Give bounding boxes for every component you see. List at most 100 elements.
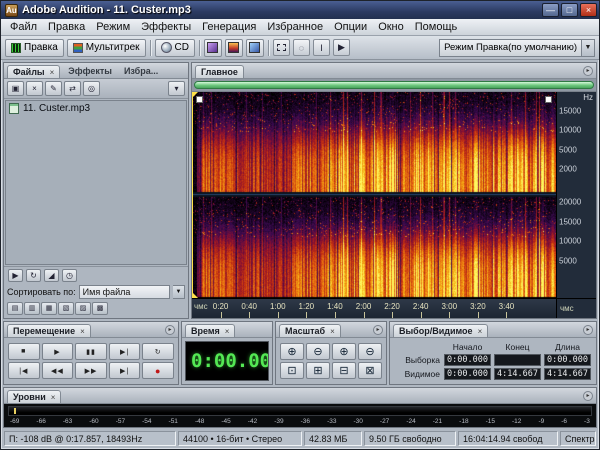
loop-preview-button[interactable]: ↻ (26, 269, 41, 282)
sort-dropdown[interactable]: Имя файла (79, 285, 170, 299)
menu-view[interactable]: Режим (91, 20, 135, 34)
edit-view-button[interactable]: Правка (5, 39, 64, 57)
show-video-button[interactable]: ▦ (41, 302, 57, 315)
spectral-display-icon (228, 42, 239, 53)
play-from-cursor-button[interactable]: ▶| (109, 343, 141, 360)
scrub-tool-button[interactable]: ▶ (333, 39, 350, 56)
zoom-in-button[interactable]: ⊕ (280, 343, 304, 360)
play-button[interactable]: ▶ (42, 343, 74, 360)
timeline-ruler[interactable]: чмс 0:200:401:001:201:402:002:202:403:00… (192, 299, 556, 318)
close-icon[interactable]: × (478, 327, 483, 336)
menu-favorites[interactable]: Избранное (262, 20, 328, 34)
menu-window[interactable]: Окно (373, 20, 409, 34)
marquee-tool-button[interactable] (273, 39, 290, 56)
menu-help[interactable]: Помощь (410, 20, 463, 34)
close-icon[interactable]: × (51, 393, 56, 402)
zoom-selection-left-button[interactable]: ⊞ (306, 362, 330, 379)
view-end-field[interactable]: 4:14.667 (494, 368, 541, 380)
stop-button[interactable]: ■ (8, 343, 40, 360)
zoom-full-button[interactable]: ⊠ (358, 362, 382, 379)
go-to-beginning-button[interactable]: |◀ (8, 362, 40, 379)
selection-handle-right[interactable] (545, 96, 552, 103)
audio-file-icon (9, 103, 19, 114)
show-loops-button[interactable]: ▥ (24, 302, 40, 315)
file-list-item[interactable]: 11. Custer.mp3 (6, 101, 186, 116)
close-file-button[interactable]: × (26, 81, 43, 96)
go-to-end-button[interactable]: ▶| (109, 362, 141, 379)
panel-menu-icon[interactable]: ▸ (583, 66, 593, 76)
menu-file[interactable]: Файл (5, 20, 42, 34)
file-name: 11. Custer.mp3 (23, 103, 90, 114)
spectral-display-button[interactable] (225, 39, 243, 57)
zoom-out-vertical-button[interactable]: ⊖ (358, 343, 382, 360)
multitrack-view-button[interactable]: Мультитрек (67, 39, 146, 57)
tab-transport[interactable]: Перемещение × (7, 324, 91, 337)
play-looped-button[interactable]: ↻ (142, 343, 174, 360)
tab-effects[interactable]: Эффекты (64, 66, 116, 78)
tab-selection[interactable]: Выбор/Видимое × (393, 324, 488, 337)
record-button[interactable]: ● (142, 362, 174, 379)
maximize-button[interactable]: □ (561, 3, 578, 17)
horizontal-scrollbar[interactable] (194, 81, 594, 89)
tab-levels[interactable]: Уровни × (7, 390, 61, 403)
close-icon[interactable]: × (330, 327, 335, 336)
panel-menu-icon[interactable]: ▸ (165, 325, 175, 335)
pause-button[interactable]: ▮▮ (75, 343, 107, 360)
panel-menu-icon[interactable]: ▸ (583, 325, 593, 335)
view-length-field[interactable]: 4:14.667 (544, 368, 591, 380)
waveform-display-button[interactable] (204, 39, 222, 57)
timeline-tick-label: 0:40 (241, 302, 257, 311)
selection-handle-left[interactable] (196, 96, 203, 103)
insert-into-cd-button[interactable]: ◎ (83, 81, 100, 96)
close-icon[interactable]: × (225, 327, 230, 336)
view-start-field[interactable]: 0:00.000 (444, 368, 491, 380)
close-icon[interactable]: × (80, 327, 85, 336)
zoom-in-vertical-button[interactable]: ⊕ (332, 343, 356, 360)
close-button[interactable]: × (580, 3, 597, 17)
show-full-paths-button[interactable]: ▩ (92, 302, 108, 315)
tab-files[interactable]: Файлы× (7, 65, 60, 78)
spectrogram-canvas[interactable] (192, 92, 556, 298)
zoom-selection-right-button[interactable]: ⊟ (332, 362, 356, 379)
tab-favorites[interactable]: Избра... (120, 66, 162, 78)
time-selection-tool-button[interactable]: I (313, 39, 330, 56)
lasso-tool-button[interactable]: ◌ (293, 39, 310, 56)
fast-forward-button[interactable]: ▶▶ (75, 362, 107, 379)
level-meter[interactable] (8, 406, 592, 416)
zoom-to-selection-button[interactable]: ⊡ (280, 362, 304, 379)
preview-volume-button[interactable]: ◢ (44, 269, 59, 282)
import-file-button[interactable]: ▣ (7, 81, 24, 96)
selection-length-field[interactable]: 0:00.000 (544, 354, 591, 366)
show-midi-button[interactable]: ▧ (58, 302, 74, 315)
edit-file-button[interactable]: ✎ (45, 81, 62, 96)
preview-duration-button[interactable]: ◷ (62, 269, 77, 282)
panel-menu-icon[interactable]: ▸ (583, 391, 593, 401)
freq-label: 5000 (559, 256, 577, 265)
show-audio-button[interactable]: ▤ (7, 302, 23, 315)
show-markers-button[interactable]: ▨ (75, 302, 91, 315)
chevron-down-icon[interactable]: ▼ (173, 285, 185, 299)
menu-options[interactable]: Опции (329, 20, 372, 34)
workspace-dropdown[interactable]: Режим Правка(по умолчанию) ▼ (439, 39, 595, 57)
frequency-ruler[interactable]: Hz 1500010000500020002000015000100005000 (556, 92, 596, 298)
files-panel-options-button[interactable]: ▾ (168, 81, 185, 96)
playhead-marker[interactable] (192, 92, 193, 298)
rewind-button[interactable]: ◀◀ (42, 362, 74, 379)
minimize-button[interactable]: — (542, 3, 559, 17)
play-preview-button[interactable]: ▶ (8, 269, 23, 282)
tab-time[interactable]: Время × (185, 324, 235, 337)
tab-zoom[interactable]: Масштаб × (279, 324, 341, 337)
selection-end-field[interactable] (494, 354, 541, 366)
menu-effects[interactable]: Эффекты (136, 20, 196, 34)
phase-display-button[interactable] (246, 39, 264, 57)
insert-into-multitrack-button[interactable]: ⇄ (64, 81, 81, 96)
cd-view-button[interactable]: CD (155, 39, 195, 57)
menu-edit[interactable]: Правка (43, 20, 90, 34)
menu-generate[interactable]: Генерация (197, 20, 261, 34)
tab-main[interactable]: Главное (195, 65, 244, 78)
close-icon[interactable]: × (50, 68, 55, 77)
panel-menu-icon[interactable]: ▸ (373, 325, 383, 335)
zoom-out-button[interactable]: ⊖ (306, 343, 330, 360)
selection-start-field[interactable]: 0:00.000 (444, 354, 491, 366)
meter-scale-label: -48 (195, 418, 204, 425)
